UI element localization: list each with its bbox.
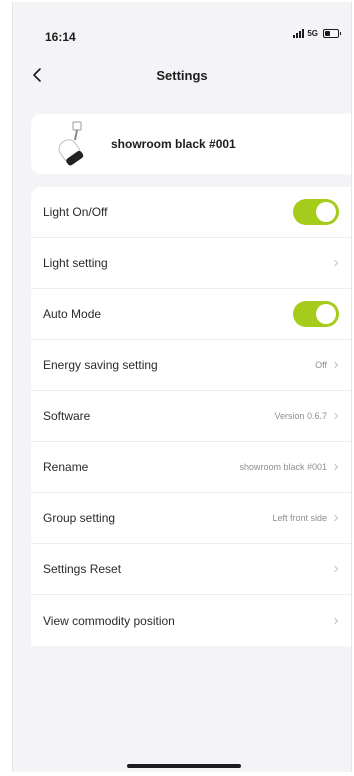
settings-row-label: Light On/Off xyxy=(43,205,108,219)
settings-row-group-setting[interactable]: Group setting Left front side xyxy=(31,493,351,544)
device-card: showroom black #001 xyxy=(31,114,351,174)
settings-row-label: Rename xyxy=(43,460,89,474)
settings-row-auto-mode[interactable]: Auto Mode xyxy=(31,289,351,340)
chevron-right-icon xyxy=(334,412,339,420)
track-spotlight-icon xyxy=(58,121,84,166)
settings-row-value: Off xyxy=(315,360,327,370)
device-name: showroom black #001 xyxy=(111,137,236,151)
settings-row-value: Left front side xyxy=(272,513,327,523)
settings-list: Light On/Off Light setting Auto Mode Energy… xyxy=(31,187,351,646)
settings-row-label: Software xyxy=(43,409,91,423)
nav-bar: Settings xyxy=(13,56,351,96)
settings-row-energy-saving-setting[interactable]: Energy saving setting Off xyxy=(31,340,351,391)
network-label: 5G xyxy=(307,29,318,38)
toggle-knob xyxy=(316,202,336,222)
chevron-right-icon xyxy=(334,514,339,522)
settings-row-label: Settings Reset xyxy=(43,562,122,576)
chevron-right-icon xyxy=(334,565,339,573)
chevron-right-icon xyxy=(334,259,339,267)
settings-row-view-commodity-position[interactable]: View commodity position xyxy=(31,595,351,646)
settings-row-value: showroom black #001 xyxy=(239,462,327,472)
settings-row-label: Group setting xyxy=(43,511,116,525)
settings-row-label: Energy saving setting xyxy=(43,358,158,372)
chevron-right-icon xyxy=(334,361,339,369)
toggle-knob xyxy=(316,304,336,324)
page-title: Settings xyxy=(156,68,208,83)
settings-row-software[interactable]: Software Version 0.6.7 xyxy=(31,391,351,442)
settings-row-label: View commodity position xyxy=(43,613,175,628)
phone-screen: 16:14 5G Settings showroom black #001 Li… xyxy=(12,2,352,772)
chevron-right-icon xyxy=(334,617,339,624)
settings-row-label: Light setting xyxy=(43,256,108,270)
home-indicator[interactable] xyxy=(127,764,241,768)
status-time: 16:14 xyxy=(45,30,76,44)
settings-row-rename[interactable]: Rename showroom black #001 xyxy=(31,442,351,493)
chevron-right-icon xyxy=(334,463,339,471)
toggle-switch[interactable] xyxy=(293,199,339,225)
status-indicators: 5G xyxy=(293,29,341,38)
settings-row-label: Auto Mode xyxy=(43,307,102,321)
signal-icon xyxy=(293,29,305,38)
settings-row-light-setting[interactable]: Light setting xyxy=(31,238,351,289)
battery-icon xyxy=(323,29,341,38)
settings-row-settings-reset[interactable]: Settings Reset xyxy=(31,544,351,595)
settings-row-light-on-off[interactable]: Light On/Off xyxy=(31,187,351,238)
toggle-switch[interactable] xyxy=(293,301,339,327)
settings-row-value: Version 0.6.7 xyxy=(274,411,327,421)
